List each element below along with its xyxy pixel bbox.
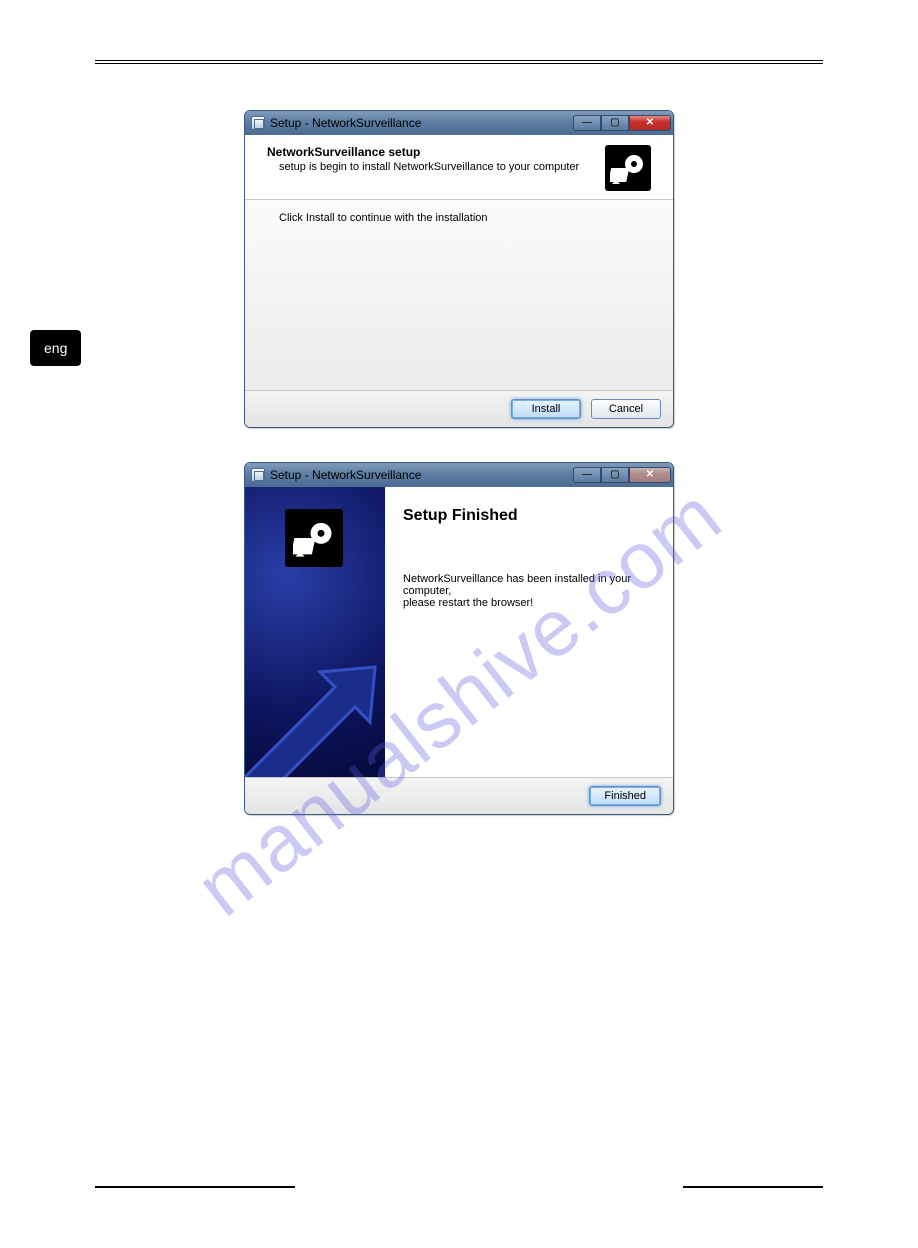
finish-body-line1: NetworkSurveillance has been installed i… — [403, 573, 655, 597]
installer-disc-icon — [285, 509, 343, 567]
titlebar[interactable]: Setup - NetworkSurveillance — ▢ ✕ — [245, 111, 673, 135]
page-header — [95, 60, 823, 64]
close-button[interactable]: ✕ — [629, 115, 671, 131]
setup-dialog-finished: Setup - NetworkSurveillance — ▢ ✕ — [244, 462, 674, 815]
maximize-button[interactable]: ▢ — [601, 467, 629, 483]
dialog-header: NetworkSurveillance setup setup is begin… — [245, 135, 673, 199]
minimize-button[interactable]: — — [573, 467, 601, 483]
window-controls: — ▢ ✕ — [573, 467, 671, 483]
dialog-subtext: setup is begin to install NetworkSurveil… — [267, 159, 579, 173]
dialog-footer: Finished — [245, 777, 673, 814]
header-rule — [95, 60, 823, 64]
wizard-content: Setup Finished NetworkSurveillance has b… — [385, 487, 673, 777]
window-controls: — ▢ ✕ — [573, 115, 671, 131]
maximize-button[interactable]: ▢ — [601, 115, 629, 131]
titlebar[interactable]: Setup - NetworkSurveillance — ▢ ✕ — [245, 463, 673, 487]
window-title: Setup - NetworkSurveillance — [270, 116, 421, 130]
dialog-footer: Install Cancel — [245, 390, 673, 427]
window-title: Setup - NetworkSurveillance — [270, 468, 421, 482]
minimize-button[interactable]: — — [573, 115, 601, 131]
setup-dialog-install: Setup - NetworkSurveillance — ▢ ✕ Networ… — [244, 110, 674, 428]
wizard-sidebar — [245, 487, 385, 777]
dialog-body: Click Install to continue with the insta… — [245, 200, 673, 390]
body-text: Click Install to continue with the insta… — [267, 212, 651, 224]
installer-app-icon — [251, 116, 265, 130]
finish-title: Setup Finished — [403, 507, 655, 525]
install-button[interactable]: Install — [511, 399, 581, 419]
cancel-button[interactable]: Cancel — [591, 399, 661, 419]
close-button: ✕ — [629, 467, 671, 483]
installer-app-icon — [251, 468, 265, 482]
language-tab: eng — [30, 330, 81, 366]
installer-disc-icon — [605, 145, 651, 191]
finished-button[interactable]: Finished — [589, 786, 661, 806]
finish-body-line2: please restart the browser! — [403, 597, 655, 609]
dialog-subtitle: NetworkSurveillance setup — [267, 145, 579, 159]
